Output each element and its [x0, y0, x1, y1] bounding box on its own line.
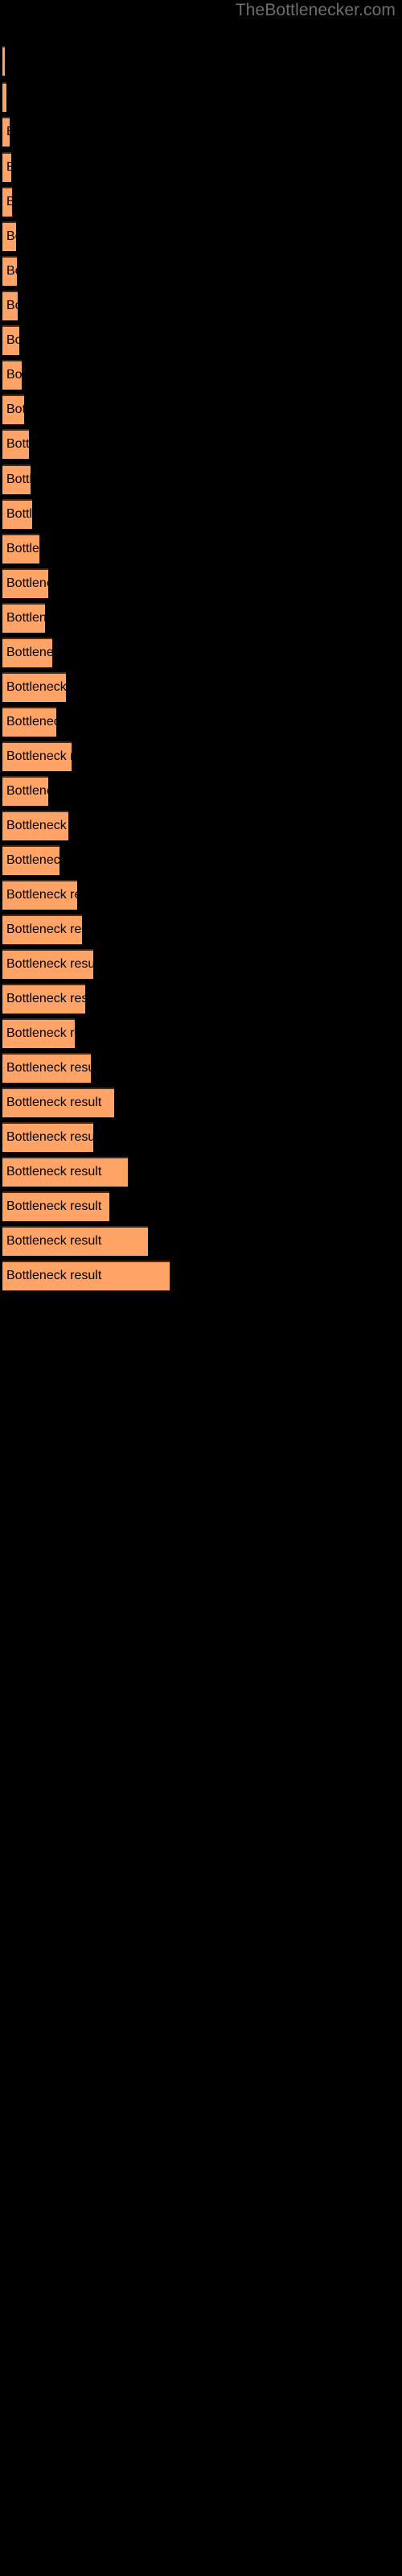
bar-row: Bottleneck result	[0, 1122, 402, 1152]
bar-row: Bottleneck result	[0, 152, 402, 182]
bar[interactable]	[2, 464, 31, 494]
bar-row: Bottleneck result	[0, 325, 402, 355]
bar-row: Bottleneck result	[0, 707, 402, 737]
bar[interactable]	[2, 534, 39, 564]
bar-row: Bottleneck result	[0, 1088, 402, 1117]
bar[interactable]	[2, 1053, 91, 1083]
bar-row: Bottleneck result	[0, 949, 402, 979]
bar-row: Bottleneck result	[0, 741, 402, 771]
bar-row: Bottleneck result	[0, 221, 402, 251]
bar-row: Bottleneck result	[0, 429, 402, 459]
bar[interactable]	[2, 46, 5, 76]
bottleneck-bar-chart: Bottleneck result Bottleneck result Bottle…	[0, 0, 402, 2576]
bar[interactable]	[2, 117, 10, 147]
bar-row: Bottleneck result	[0, 603, 402, 633]
bar-row: Bottleneck result	[0, 1191, 402, 1221]
bar[interactable]	[2, 1226, 148, 1256]
bar[interactable]	[2, 811, 68, 840]
bar-row: Bottleneck result	[0, 256, 402, 286]
bar-row: Bottleneck result	[0, 1018, 402, 1048]
bar[interactable]	[2, 672, 66, 702]
bar[interactable]	[2, 152, 11, 182]
bar-row: Bottleneck result	[0, 776, 402, 806]
bar-row: Bottleneck result	[0, 811, 402, 840]
bar-row: Bottleneck result	[0, 117, 402, 147]
bar[interactable]	[2, 1191, 109, 1221]
bar-row: Bottleneck result	[0, 984, 402, 1013]
bar-row: Bottleneck result	[0, 394, 402, 424]
bar[interactable]	[2, 291, 18, 320]
bar-row: Bottleneck result	[0, 1053, 402, 1083]
bar-row: Bottleneck result	[0, 880, 402, 910]
bar[interactable]	[2, 221, 16, 251]
bar[interactable]	[2, 394, 24, 424]
bar[interactable]	[2, 1122, 93, 1152]
bar[interactable]	[2, 325, 19, 355]
bar-row: Bottleneck result	[0, 1226, 402, 1256]
bar[interactable]	[2, 603, 45, 633]
bar[interactable]	[2, 914, 82, 944]
bar[interactable]	[2, 568, 48, 598]
bar-row: Bottleneck result	[0, 914, 402, 944]
bar[interactable]	[2, 1088, 114, 1117]
bar[interactable]	[2, 880, 77, 910]
bar[interactable]	[2, 499, 32, 529]
bar-row: Bottleneck result	[0, 672, 402, 702]
bar[interactable]	[2, 256, 17, 286]
bar-row: Bottleneck result	[0, 464, 402, 494]
bar-row: Bottleneck result	[0, 1157, 402, 1187]
bar-row: Bottleneck result	[0, 534, 402, 564]
bar-row: Bottleneck result	[0, 499, 402, 529]
bar[interactable]	[2, 1157, 128, 1187]
bar[interactable]	[2, 707, 56, 737]
bar-row: Bottleneck result	[0, 291, 402, 320]
bar-row: Bottleneck result	[0, 82, 402, 112]
bar-row: Bottleneck result	[0, 1261, 402, 1290]
bar[interactable]	[2, 984, 85, 1013]
bar-row: Bottleneck result	[0, 845, 402, 875]
bar[interactable]	[2, 741, 72, 771]
bar[interactable]	[2, 360, 22, 390]
bar[interactable]	[2, 429, 29, 459]
bar-row: Bottleneck result	[0, 568, 402, 598]
bar[interactable]	[2, 845, 59, 875]
bar[interactable]	[2, 949, 93, 979]
bar[interactable]	[2, 776, 48, 806]
bar[interactable]	[2, 82, 6, 112]
bar-row: Bottleneck result	[0, 187, 402, 217]
bar[interactable]	[2, 187, 12, 217]
bar-row: Bottleneck result	[0, 360, 402, 390]
bar[interactable]	[2, 1018, 75, 1048]
bar[interactable]	[2, 1261, 170, 1290]
bar[interactable]	[2, 638, 52, 667]
bar-row: Bottleneck result	[0, 46, 402, 76]
chart-page: TheBottlenecker.com Bottleneck resultBot…	[0, 0, 402, 2576]
bar-row: Bottleneck result	[0, 638, 402, 667]
